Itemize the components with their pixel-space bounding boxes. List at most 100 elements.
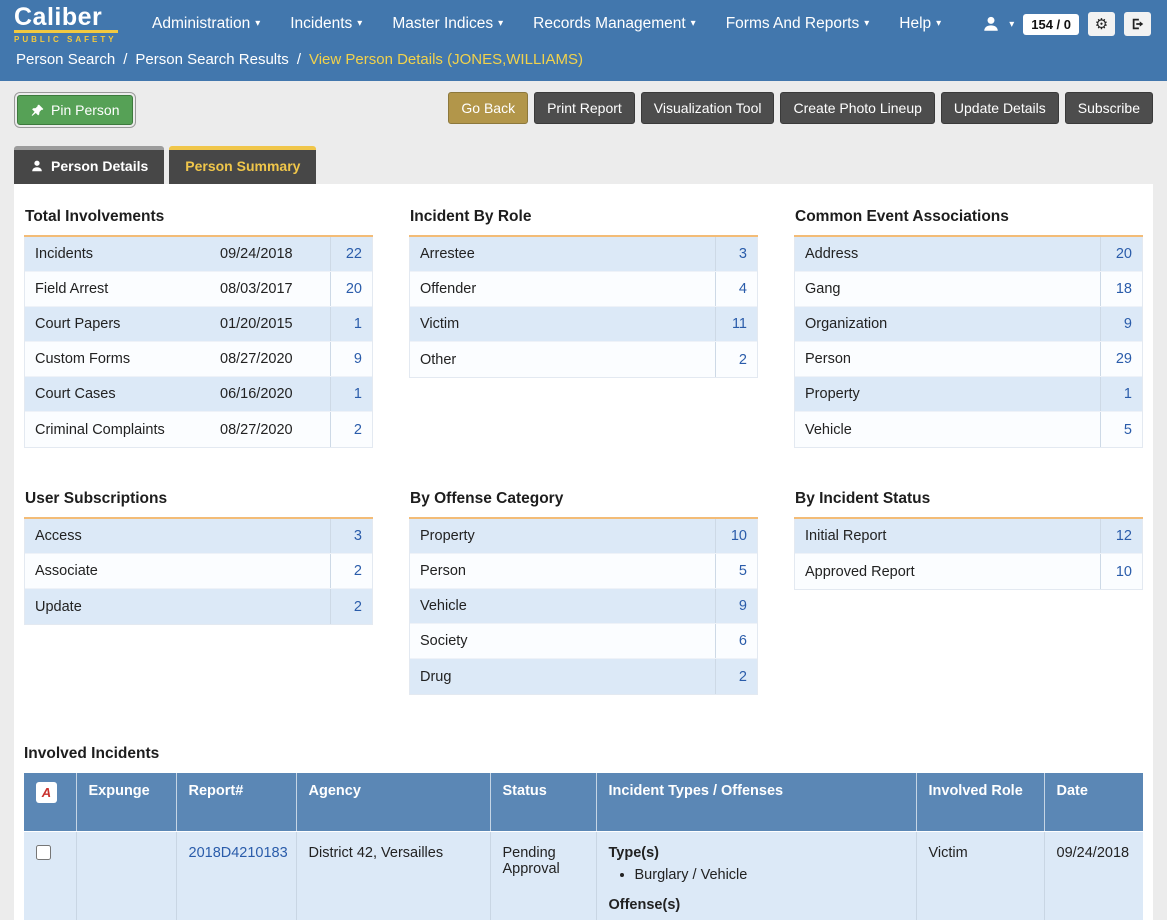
- offense-type-list: Burglary / Vehicle: [621, 867, 904, 883]
- summary-row-count[interactable]: 2: [715, 659, 757, 694]
- summary-row-count[interactable]: 9: [1100, 307, 1142, 341]
- summary-row-label: Incidents: [25, 237, 216, 271]
- create-photo-lineup-button[interactable]: Create Photo Lineup: [780, 92, 934, 124]
- app-header: Caliber PUBLIC SAFETY Administration▾ Inc…: [0, 0, 1167, 81]
- summary-row-label: Society: [410, 624, 715, 658]
- subscribe-button[interactable]: Subscribe: [1065, 92, 1153, 124]
- summary-row-count[interactable]: 4: [715, 272, 757, 306]
- breadcrumb-separator: /: [123, 51, 127, 68]
- summary-row-count[interactable]: 2: [330, 589, 372, 624]
- breadcrumb-item-person-search-results[interactable]: Person Search Results: [135, 51, 288, 68]
- nav-item-master-indices[interactable]: Master Indices▾: [392, 15, 503, 33]
- nav-item-help[interactable]: Help▾: [899, 15, 941, 33]
- section-common-event-associations: Common Event AssociationsAddress20Gang18…: [794, 208, 1143, 448]
- summary-row-count[interactable]: 29: [1100, 342, 1142, 376]
- nav-item-records-management[interactable]: Records Management▾: [533, 15, 696, 33]
- nav-item-incidents[interactable]: Incidents▾: [290, 15, 362, 33]
- summary-row-label: Property: [410, 519, 715, 553]
- chevron-down-icon: ▾: [864, 19, 869, 29]
- summary-row-label: Criminal Complaints: [25, 412, 216, 447]
- summary-row-count[interactable]: 2: [330, 412, 372, 447]
- caliber-logo[interactable]: Caliber PUBLIC SAFETY: [14, 5, 118, 44]
- pdf-icon[interactable]: A: [36, 782, 57, 803]
- pin-person-button[interactable]: Pin Person: [17, 95, 133, 125]
- summary-row-label: Address: [795, 237, 1100, 271]
- chevron-down-icon: ▾: [936, 19, 941, 29]
- settings-button[interactable]: ⚙: [1088, 12, 1115, 36]
- summary-row-count[interactable]: 1: [330, 307, 372, 341]
- update-details-button[interactable]: Update Details: [941, 92, 1059, 124]
- summary-row-count[interactable]: 20: [1100, 237, 1142, 271]
- summary-row-count[interactable]: 9: [715, 589, 757, 623]
- incidents-header-row: AExpungeReport#AgencyStatusIncident Type…: [24, 773, 1143, 831]
- summary-row-date: 01/20/2015: [216, 307, 330, 341]
- pin-icon: [31, 104, 44, 117]
- go-back-button[interactable]: Go Back: [448, 92, 528, 124]
- summary-row-label: Access: [25, 519, 330, 553]
- report-number-cell: 2018D4210183: [176, 831, 296, 920]
- summary-row-count[interactable]: 2: [330, 554, 372, 588]
- breadcrumb-item-person-search[interactable]: Person Search: [16, 51, 115, 68]
- summary-row-label: Other: [410, 342, 715, 377]
- date-cell: 09/24/2018: [1044, 831, 1143, 920]
- summary-row-count[interactable]: 5: [715, 554, 757, 588]
- section-table: Initial Report12Approved Report10: [794, 519, 1143, 590]
- summary-row-count[interactable]: 1: [1100, 377, 1142, 411]
- nav-item-forms-and-reports[interactable]: Forms And Reports ▾: [726, 15, 870, 33]
- summary-row: Other2: [410, 342, 757, 377]
- summary-row: Property1: [795, 377, 1142, 412]
- summary-row-count[interactable]: 9: [330, 342, 372, 376]
- summary-row-count[interactable]: 12: [1100, 519, 1142, 553]
- print-report-button[interactable]: Print Report: [534, 92, 635, 124]
- summary-row: Arrestee3: [410, 237, 757, 272]
- summary-row-count[interactable]: 10: [1100, 554, 1142, 589]
- summary-row-count[interactable]: 22: [330, 237, 372, 271]
- visualization-tool-button[interactable]: Visualization Tool: [641, 92, 775, 124]
- logout-button[interactable]: [1124, 12, 1151, 36]
- summary-row-count[interactable]: 2: [715, 342, 757, 377]
- summary-row-label: Update: [25, 589, 330, 624]
- summary-row-label: Gang: [795, 272, 1100, 306]
- incident-types-cell: Type(s)Burglary / VehicleOffense(s): [596, 831, 916, 920]
- column-header-status: Status: [490, 773, 596, 831]
- involved-role-cell: Victim: [916, 831, 1044, 920]
- summary-row-count[interactable]: 5: [1100, 412, 1142, 447]
- nav-item-administration[interactable]: Administration▾: [152, 15, 260, 33]
- brand-tagline: PUBLIC SAFETY: [14, 35, 118, 44]
- summary-row-count[interactable]: 11: [715, 307, 757, 341]
- involved-incidents-table: AExpungeReport#AgencyStatusIncident Type…: [24, 773, 1143, 920]
- section-total-involvements: Total InvolvementsIncidents09/24/201822F…: [24, 208, 373, 448]
- user-menu-chevron-down-icon[interactable]: ▾: [1009, 19, 1014, 30]
- row-select-checkbox[interactable]: [36, 845, 51, 860]
- pin-person-label: Pin Person: [51, 102, 119, 118]
- summary-row-count[interactable]: 1: [330, 377, 372, 411]
- nav-right: ▾ 154 / 0 ⚙: [982, 12, 1151, 36]
- record-counter-badge[interactable]: 154 / 0: [1023, 14, 1079, 35]
- nav-item-label: Forms And Reports: [726, 15, 860, 33]
- summary-row-count[interactable]: 20: [330, 272, 372, 306]
- summary-row-count[interactable]: 18: [1100, 272, 1142, 306]
- section-title: By Incident Status: [794, 490, 1143, 519]
- summary-row-count[interactable]: 10: [715, 519, 757, 553]
- summary-grid: Total InvolvementsIncidents09/24/201822F…: [24, 208, 1143, 695]
- summary-row-count[interactable]: 6: [715, 624, 757, 658]
- summary-row: Organization9: [795, 307, 1142, 342]
- summary-row-label: Vehicle: [795, 412, 1100, 447]
- summary-row: Victim11: [410, 307, 757, 342]
- tab-person-details[interactable]: Person Details: [14, 146, 164, 184]
- user-icon[interactable]: [982, 15, 1000, 33]
- tab-person-summary[interactable]: Person Summary: [169, 146, 316, 184]
- report-number-link[interactable]: 2018D4210183: [189, 845, 288, 861]
- summary-row-date: 08/27/2020: [216, 342, 330, 376]
- section-title: Common Event Associations: [794, 208, 1143, 237]
- summary-row-label: Custom Forms: [25, 342, 216, 376]
- expunge-cell: [76, 831, 176, 920]
- summary-row-count[interactable]: 3: [330, 519, 372, 553]
- summary-row: Vehicle9: [410, 589, 757, 624]
- summary-row: Address20: [795, 237, 1142, 272]
- summary-row-count[interactable]: 3: [715, 237, 757, 271]
- summary-row-label: Organization: [795, 307, 1100, 341]
- summary-row: Associate2: [25, 554, 372, 589]
- summary-row: Property10: [410, 519, 757, 554]
- section-title: User Subscriptions: [24, 490, 373, 519]
